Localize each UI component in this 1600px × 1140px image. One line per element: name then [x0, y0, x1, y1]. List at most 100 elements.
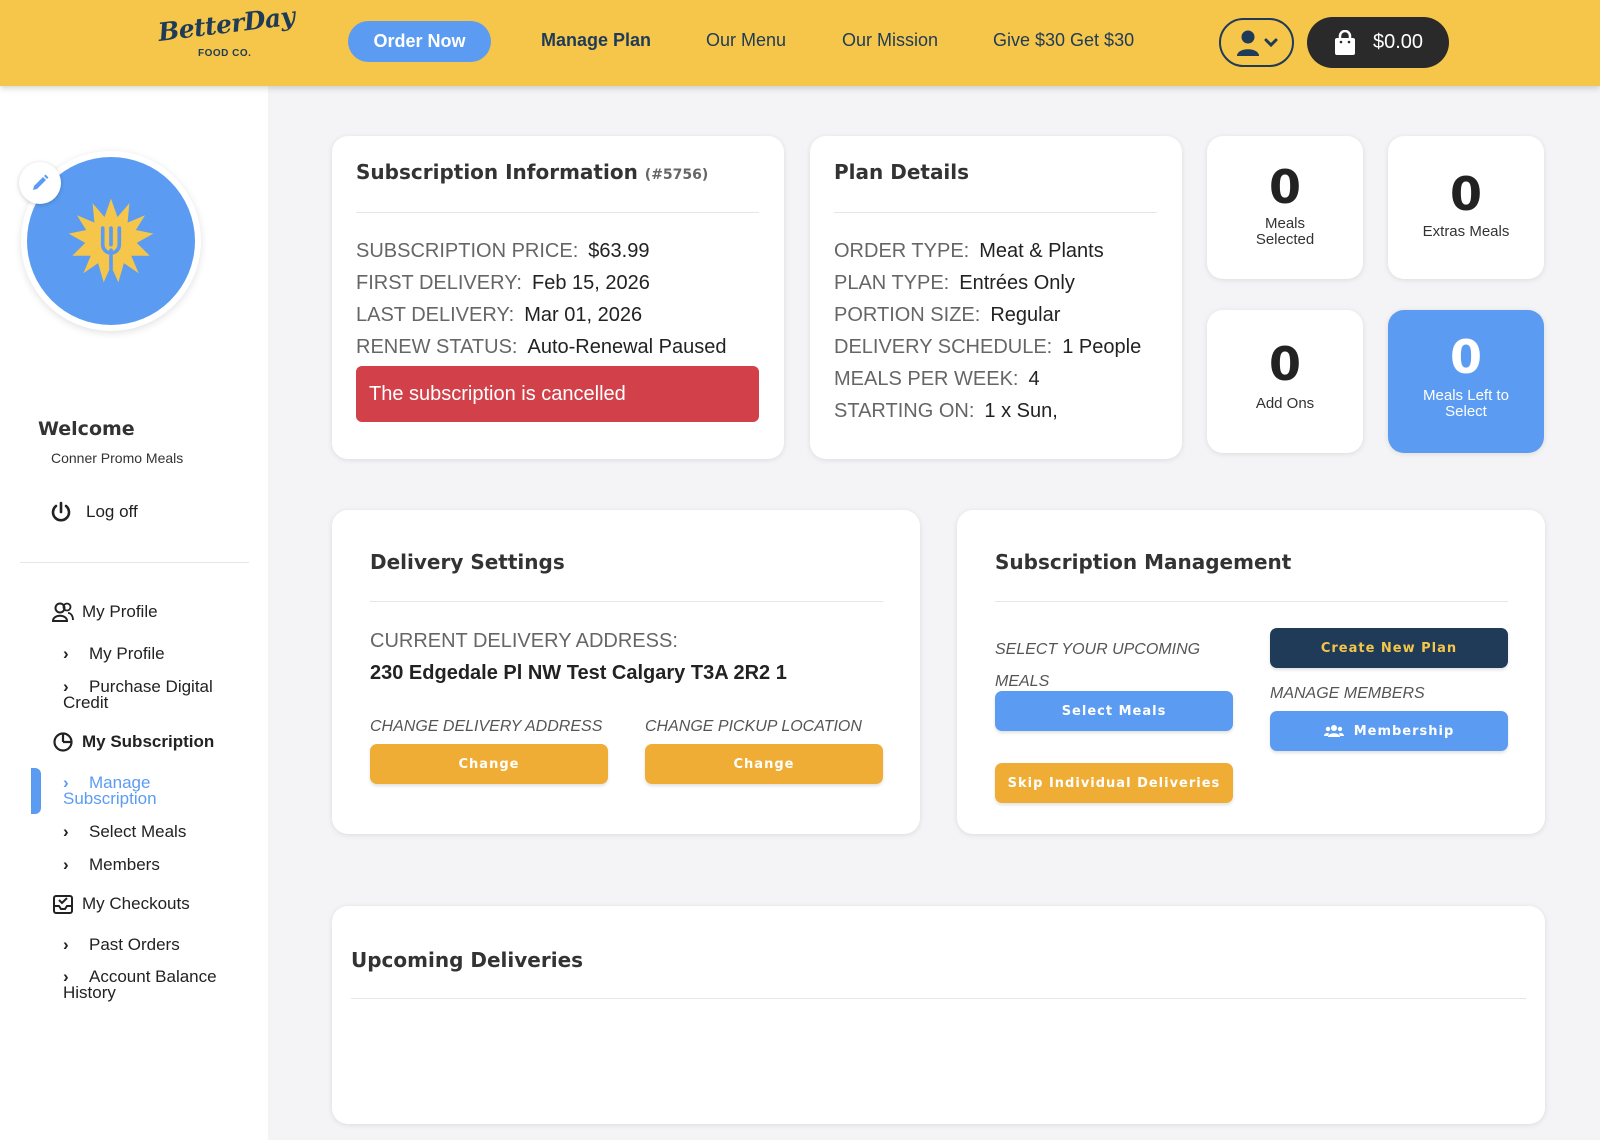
stat-value: 0	[1268, 160, 1301, 214]
row-label: DELIVERY SCHEDULE:	[834, 336, 1053, 358]
row-label: FIRST DELIVERY:	[356, 272, 522, 294]
nav-our-mission[interactable]: Our Mission	[842, 30, 938, 51]
sidebar: Welcome Conner Promo Meals Log off My Pr…	[0, 86, 268, 1140]
subscription-price-row: SUBSCRIPTION PRICE: $63.99	[356, 240, 649, 263]
sidebar-item-members[interactable]: › Members	[63, 855, 243, 874]
order-now-button[interactable]: Order Now	[348, 21, 491, 62]
sidebar-item-past-orders[interactable]: › Past Orders	[63, 935, 243, 954]
row-value: 1 x Sun,	[984, 400, 1058, 422]
manage-members-label: MANAGE MEMBERS	[1270, 685, 1425, 702]
sidebar-item-label: History	[63, 983, 116, 1002]
stat-label: Meals Left to Select	[1388, 388, 1544, 420]
label-line: MEALS	[995, 673, 1050, 690]
card-divider	[356, 212, 759, 213]
row-label: STARTING ON:	[834, 400, 975, 422]
delivery-settings-card: Delivery Settings CURRENT DELIVERY ADDRE…	[332, 510, 920, 834]
sidebar-item-purchase-credit[interactable]: › Purchase Digital Credit	[63, 678, 243, 712]
chevron-right-icon: ›	[63, 822, 69, 841]
select-meals-button[interactable]: Select Meals	[995, 691, 1233, 731]
first-delivery-row: FIRST DELIVERY: Feb 15, 2026	[356, 272, 650, 295]
membership-button[interactable]: Membership	[1270, 711, 1508, 751]
membership-label: Membership	[1353, 723, 1455, 739]
subscription-management-card: Subscription Management SELECT YOUR UPCO…	[957, 510, 1545, 834]
row-label: SUBSCRIPTION PRICE:	[356, 240, 579, 262]
stat-label: Add Ons	[1255, 395, 1315, 412]
row-value: $63.99	[588, 240, 650, 262]
pie-chart-icon	[53, 732, 73, 752]
sidebar-item-label: Subscription	[63, 789, 157, 808]
plan-details-title: Plan Details	[834, 160, 970, 184]
sidebar-item-label: Members	[89, 855, 160, 874]
subscription-management-title: Subscription Management	[995, 550, 1292, 574]
create-new-plan-button[interactable]: Create New Plan	[1270, 628, 1508, 668]
sidebar-item-balance-history[interactable]: › Account Balance History	[63, 968, 243, 1002]
change-address-button[interactable]: Change	[370, 744, 608, 784]
betterday-logo[interactable]: BetterDay FOOD CO.	[156, 2, 296, 64]
chevron-right-icon: ›	[63, 644, 69, 663]
sidebar-section-my-profile[interactable]: My Profile	[52, 601, 158, 623]
row-label: RENEW STATUS:	[356, 336, 518, 358]
meals-per-week-row: MEALS PER WEEK: 4	[834, 368, 1040, 391]
edit-avatar-button[interactable]	[19, 162, 61, 204]
sidebar-divider	[20, 562, 249, 563]
upcoming-deliveries-card: Upcoming Deliveries	[332, 906, 1545, 1124]
plan-type-row: PLAN TYPE: Entrées Only	[834, 272, 1075, 295]
welcome-heading: Welcome	[38, 418, 135, 440]
sidebar-item-my-profile[interactable]: › My Profile	[63, 644, 243, 663]
row-value: Auto-Renewal Paused	[527, 336, 727, 358]
stat-label-line: Meals	[1264, 215, 1305, 232]
section-label: My Profile	[82, 602, 158, 621]
change-pickup-button[interactable]: Change	[645, 744, 883, 784]
sidebar-item-label: My Profile	[89, 644, 165, 663]
order-type-row: ORDER TYPE: Meat & Plants	[834, 240, 1104, 263]
section-label: My Subscription	[82, 732, 215, 751]
row-value: Feb 15, 2026	[532, 272, 650, 294]
plan-details-card: Plan Details ORDER TYPE: Meat & Plants PL…	[810, 136, 1182, 459]
users-group-icon	[1323, 725, 1344, 737]
subscription-id: (#5756)	[644, 167, 709, 183]
stat-label-line: Selected	[1255, 231, 1315, 248]
sidebar-item-select-meals[interactable]: › Select Meals	[63, 822, 243, 841]
renew-status-row: RENEW STATUS: Auto-Renewal Paused	[356, 336, 727, 359]
delivery-schedule-row: DELIVERY SCHEDULE: 1 People	[834, 336, 1141, 359]
cart-button[interactable]: $0.00	[1307, 17, 1449, 68]
skip-deliveries-button[interactable]: Skip Individual Deliveries	[995, 763, 1233, 803]
logo-wordmark: BetterDay	[156, 1, 297, 47]
logo-subtext: FOOD CO.	[198, 48, 252, 59]
sidebar-item-label: Credit	[63, 693, 109, 712]
starting-on-row: STARTING ON: 1 x Sun,	[834, 400, 1058, 423]
upcoming-deliveries-title: Upcoming Deliveries	[351, 948, 584, 972]
logoff-link[interactable]: Log off	[50, 501, 138, 523]
stat-add-ons: 0 Add Ons	[1207, 310, 1363, 453]
stat-extras-meals: 0 Extras Meals	[1388, 136, 1544, 279]
row-label: LAST DELIVERY:	[356, 304, 515, 326]
row-label: MEALS PER WEEK:	[834, 368, 1019, 390]
nav-referral[interactable]: Give $30 Get $30	[993, 30, 1134, 51]
subscription-info-card: Subscription Information (#5756) SUBSCRI…	[332, 136, 784, 459]
portion-size-row: PORTION SIZE: Regular	[834, 304, 1060, 327]
row-label: PORTION SIZE:	[834, 304, 981, 326]
select-upcoming-label: SELECT YOUR UPCOMING MEALS	[995, 634, 1200, 698]
sidebar-item-manage-subscription[interactable]: › Manage Subscription	[63, 774, 243, 808]
nav-our-menu[interactable]: Our Menu	[706, 30, 786, 51]
subscription-info-title: Subscription Information (#5756)	[356, 160, 708, 184]
user-menu-button[interactable]	[1219, 18, 1294, 67]
inbox-check-icon	[53, 895, 73, 914]
chevron-down-icon	[1264, 38, 1277, 47]
stat-label-line: Meals Left to	[1423, 387, 1509, 404]
users-icon	[52, 602, 74, 622]
card-divider	[351, 998, 1526, 999]
chevron-right-icon: ›	[63, 855, 69, 874]
stat-label: Meals Selected	[1207, 216, 1363, 248]
change-pickup-label: CHANGE PICKUP LOCATION	[645, 718, 862, 735]
row-label: ORDER TYPE:	[834, 240, 970, 262]
delivery-settings-title: Delivery Settings	[370, 550, 565, 574]
row-value: Mar 01, 2026	[524, 304, 643, 326]
sidebar-section-my-checkouts[interactable]: My Checkouts	[52, 893, 190, 915]
shopping-bag-icon	[1334, 29, 1355, 55]
nav-manage-plan[interactable]: Manage Plan	[541, 30, 651, 51]
label-line: SELECT YOUR UPCOMING	[995, 641, 1201, 658]
stat-meals-left[interactable]: 0 Meals Left to Select	[1388, 310, 1544, 453]
sidebar-section-my-subscription[interactable]: My Subscription	[52, 731, 214, 753]
sidebar-item-label: Past Orders	[89, 935, 180, 954]
